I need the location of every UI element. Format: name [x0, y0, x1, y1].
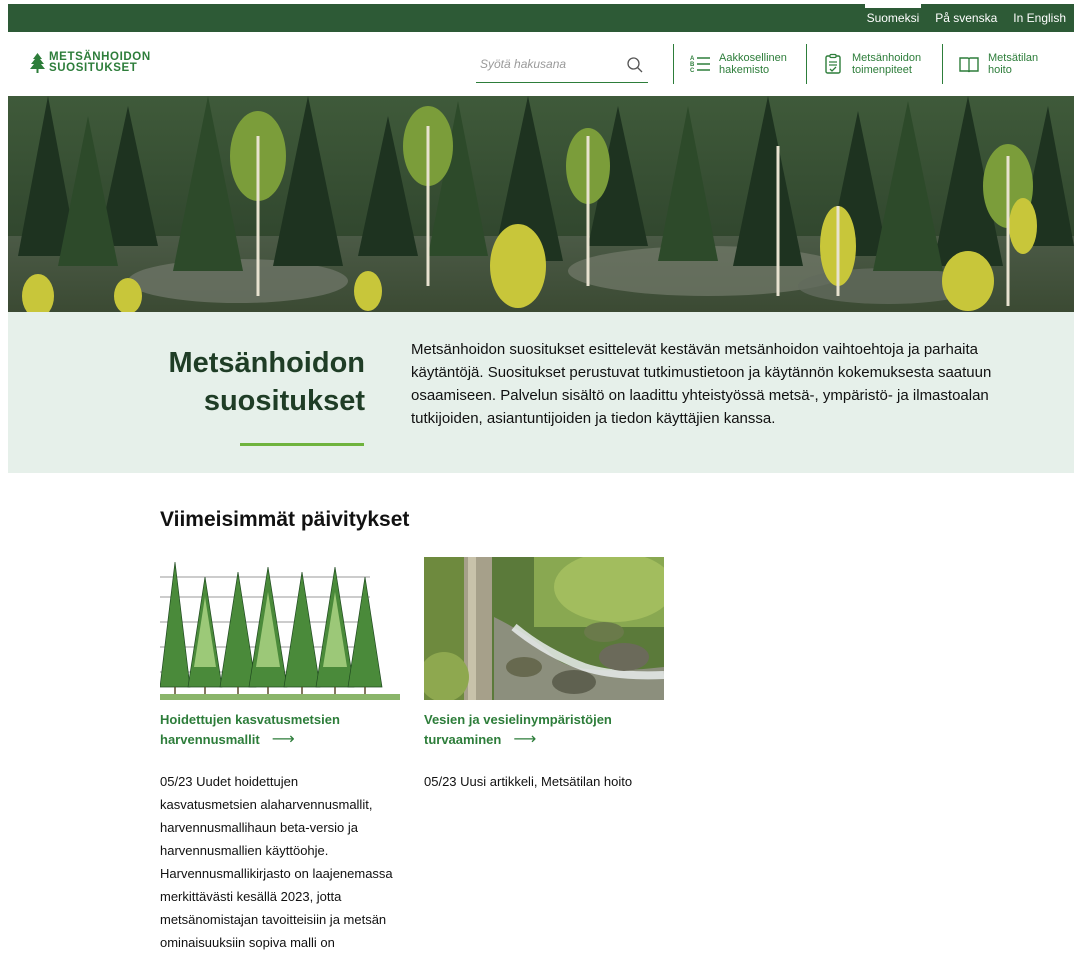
arrow-right-icon: ⟶	[271, 731, 295, 748]
site-logo[interactable]: METSÄNHOIDON SUOSITUKSET	[30, 51, 151, 74]
thinning-models-link[interactable]: Hoidettujen kasvatusmetsien harvennusmal…	[160, 710, 400, 750]
update-card: Vesien ja vesielinympäristöjen turvaamin…	[424, 557, 664, 793]
arrow-right-icon: ⟶	[513, 731, 537, 748]
site-header: METSÄNHOIDON SUOSITUKSET A B C Aakkosell…	[0, 32, 1074, 96]
svg-text:C: C	[690, 68, 695, 74]
logo-line-2: SUOSITUKSET	[49, 62, 138, 74]
title-underline	[240, 443, 364, 446]
update-description: 05/23 Uudet hoidettujen kasvatusmetsien …	[160, 774, 393, 950]
nav-label-line1: Aakkosellinen	[719, 52, 787, 64]
lang-swedish-link[interactable]: På svenska	[927, 4, 1005, 32]
search-box	[476, 48, 648, 83]
abc-list-icon: A B C	[690, 56, 710, 74]
lang-english-link[interactable]: In English	[1005, 4, 1074, 32]
hero-forest-image	[8, 96, 1074, 312]
lang-finnish-link[interactable]: Suomeksi	[859, 4, 928, 32]
nav-label-line1: Metsänhoidon	[852, 52, 922, 64]
search-input[interactable]	[478, 56, 622, 72]
tree-icon	[30, 53, 45, 73]
update-description: 05/23 Uusi artikkeli, Metsätilan hoito	[424, 774, 633, 789]
nav-alphabetical-index[interactable]: A B C Aakkosellinen hakemisto	[689, 44, 787, 84]
clipboard-check-icon	[825, 53, 841, 74]
nav-divider	[806, 44, 807, 84]
search-icon[interactable]	[626, 56, 644, 74]
nav-forest-estate-management[interactable]: Metsätilan hoito	[958, 44, 1038, 84]
language-bar: Suomeksi På svenska In English	[8, 4, 1074, 32]
nav-divider	[942, 44, 943, 84]
update-card: Hoidettujen kasvatusmetsien harvennusmal…	[160, 557, 400, 954]
nav-label-line1: Metsätilan	[988, 52, 1039, 64]
intro-text: Metsänhoidon suositukset esittelevät kes…	[411, 341, 992, 427]
nav-label-line2: hoito	[988, 64, 1012, 76]
open-book-icon	[959, 57, 979, 73]
nav-label-line2: toimenpiteet	[852, 64, 912, 76]
nav-forest-management-actions[interactable]: Metsänhoidon toimenpiteet	[822, 44, 921, 84]
intro-title: Metsänhoidon suositukset	[168, 347, 365, 417]
waterways-image[interactable]	[424, 557, 664, 700]
thinning-models-image[interactable]	[160, 557, 400, 700]
nav-label-line2: hakemisto	[719, 64, 770, 76]
updates-heading: Viimeisimmät päivitykset	[160, 508, 410, 531]
waterways-protection-link[interactable]: Vesien ja vesielinympäristöjen turvaamin…	[424, 710, 664, 750]
nav-divider	[673, 44, 674, 84]
